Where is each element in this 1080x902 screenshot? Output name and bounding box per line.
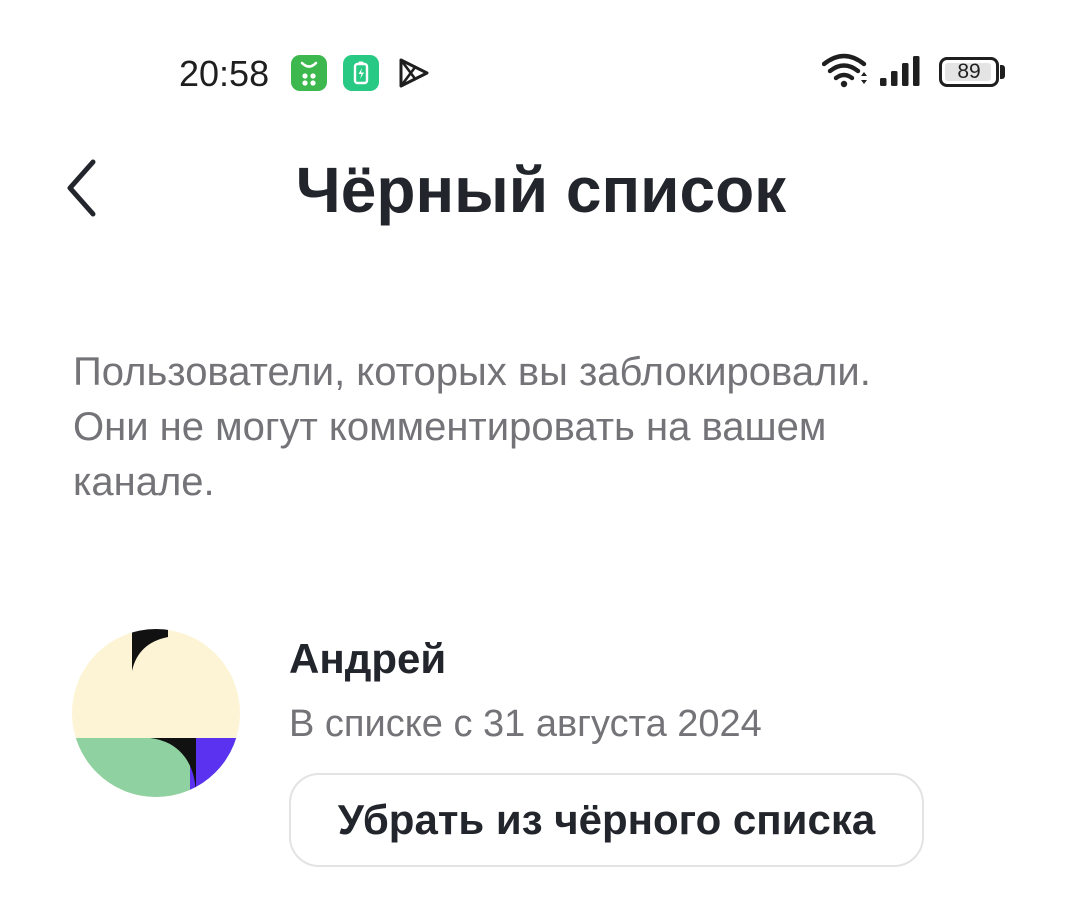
blocked-user-name: Андрей <box>289 635 447 682</box>
shop-app-icon <box>291 55 327 91</box>
battery-app-icon <box>343 55 379 91</box>
description-line: Они не могут комментировать на вашем <box>73 405 827 449</box>
battery-icon: 89 <box>939 57 999 87</box>
blocked-since-date: В списке с 31 августа 2024 <box>289 703 762 745</box>
unblock-button[interactable]: Убрать из чёрного списка <box>289 773 924 867</box>
description-line: Пользователи, которых вы заблокировали. <box>73 350 871 394</box>
battery-tip <box>1000 65 1005 79</box>
avatar <box>72 629 240 797</box>
signal-icon <box>878 54 926 93</box>
battery-level: 89 <box>957 60 981 83</box>
play-store-icon <box>396 55 432 91</box>
status-time: 20:58 <box>179 53 270 94</box>
wifi-icon <box>821 52 872 93</box>
description-line: канале. <box>73 460 215 504</box>
page-title: Чёрный список <box>295 154 787 226</box>
blacklist-description: Пользователи, которых вы заблокировали. … <box>73 345 973 510</box>
status-bar: 20:58 89 <box>0 0 1080 140</box>
